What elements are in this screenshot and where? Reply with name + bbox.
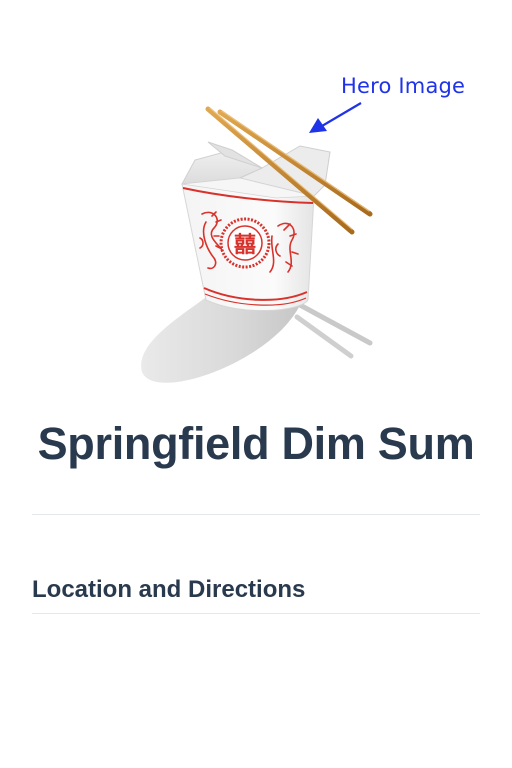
page-title: Springfield Dim Sum	[37, 418, 475, 469]
annotation-arrow	[309, 102, 362, 133]
title-divider	[32, 514, 480, 515]
box-shadow	[141, 298, 300, 383]
hero-image: 囍 Hero Image	[0, 0, 512, 400]
section-heading-location: Location and Directions	[32, 576, 306, 603]
hero-illustration: 囍	[141, 102, 373, 383]
hero-image-annotation: Hero Image	[341, 74, 466, 98]
box-emblem-glyph: 囍	[234, 232, 256, 258]
chopstick-shadow	[294, 314, 354, 359]
section-divider	[32, 613, 480, 614]
